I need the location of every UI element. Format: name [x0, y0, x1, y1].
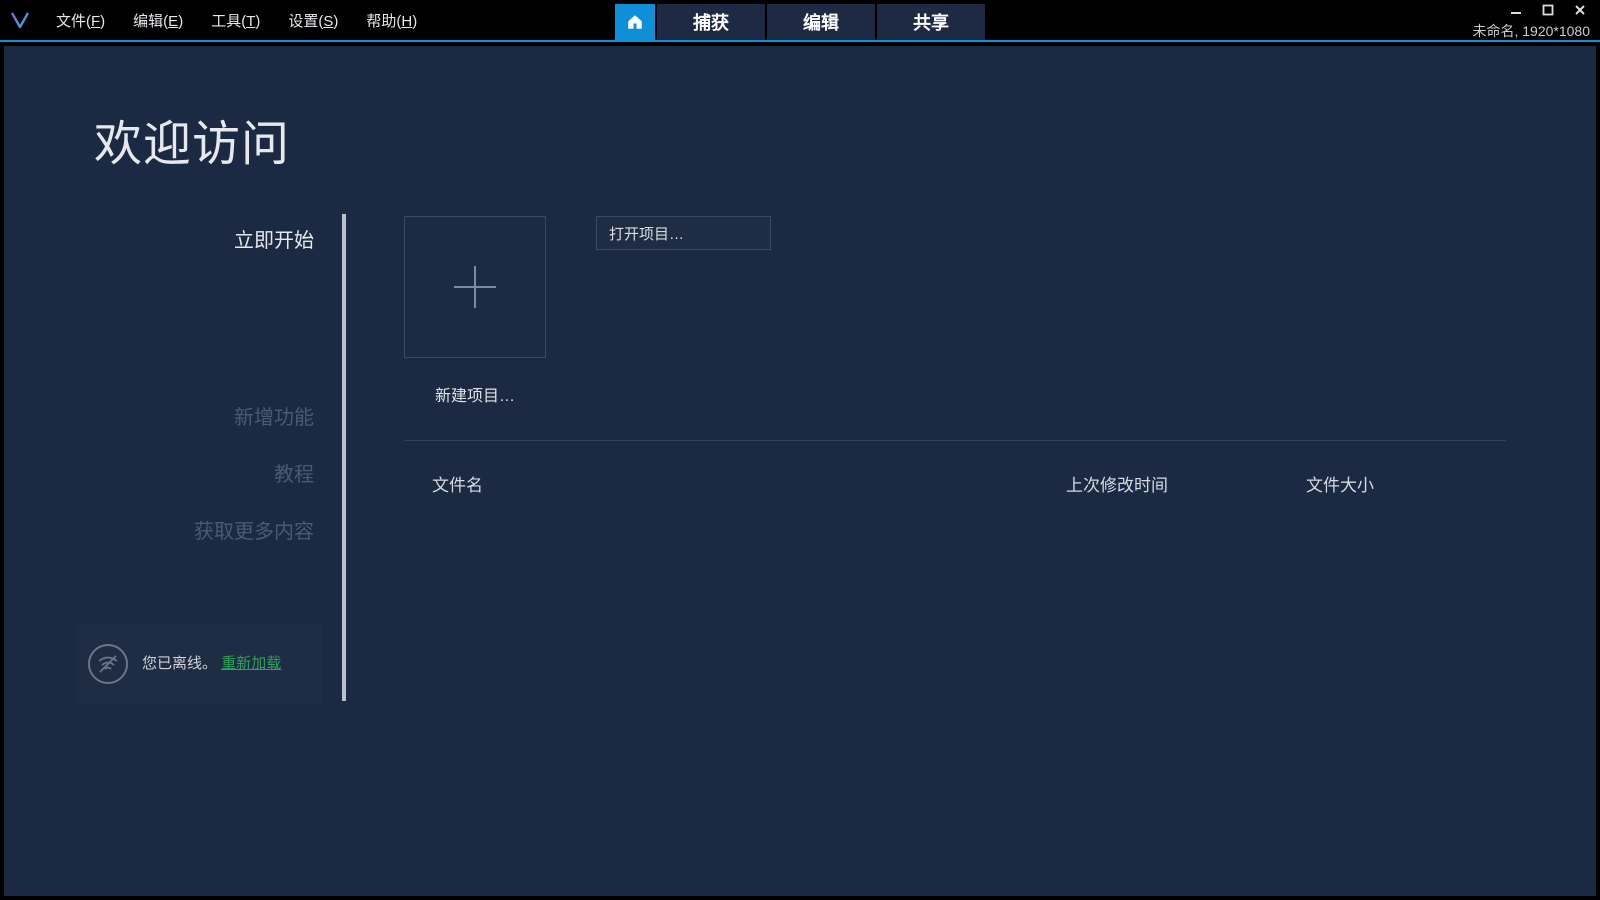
menu-file[interactable]: 文件(F) — [46, 4, 115, 37]
welcome-sidebar: 立即开始 新增功能 教程 获取更多内容 — [74, 216, 344, 564]
new-project-label: 新建项目… — [435, 382, 515, 406]
tab-edit[interactable]: 编辑 — [767, 4, 875, 40]
offline-icon — [88, 644, 128, 684]
close-icon — [1574, 4, 1586, 16]
menu-settings[interactable]: 设置(S) — [278, 4, 348, 37]
sidebar-item-whatsnew[interactable]: 新增功能 — [74, 393, 344, 438]
tab-capture[interactable]: 捕获 — [657, 4, 765, 40]
plus-icon — [446, 258, 504, 316]
list-divider — [404, 440, 1506, 441]
welcome-screen: 欢迎访问 立即开始 新增功能 教程 获取更多内容 您已离线。 重新加载 — [4, 46, 1596, 896]
minimize-icon — [1510, 4, 1522, 16]
tab-share[interactable]: 共享 — [877, 4, 985, 40]
column-modified[interactable]: 上次修改时间 — [1066, 471, 1306, 496]
page-title: 欢迎访问 — [94, 104, 290, 174]
accent-divider — [0, 40, 1600, 42]
offline-text: 您已离线。 重新加载 — [142, 653, 281, 676]
app-window: 文件(F) 编辑(E) 工具(T) 设置(S) 帮助(H) 捕获 编辑 共享 — [0, 0, 1600, 900]
reload-link[interactable]: 重新加载 — [221, 655, 281, 672]
sidebar-item-tutorials[interactable]: 教程 — [74, 450, 344, 495]
menu-help[interactable]: 帮助(H) — [356, 4, 427, 37]
maximize-button[interactable] — [1534, 1, 1562, 19]
app-logo-icon — [0, 0, 40, 40]
open-project-button[interactable]: 打开项目… — [596, 216, 771, 250]
sidebar-item-start[interactable]: 立即开始 — [74, 216, 344, 261]
titlebar: 文件(F) 编辑(E) 工具(T) 设置(S) 帮助(H) 捕获 编辑 共享 — [0, 0, 1600, 40]
title-status: 未命名, 1920*1080 — [1472, 21, 1596, 41]
offline-banner: 您已离线。 重新加载 — [76, 624, 322, 704]
sidebar-item-getmore[interactable]: 获取更多内容 — [74, 507, 344, 552]
tab-home[interactable] — [615, 4, 655, 40]
new-project-button[interactable]: 新建项目… — [404, 216, 546, 406]
maximize-icon — [1542, 4, 1554, 16]
menu-edit[interactable]: 编辑(E) — [123, 4, 193, 37]
menubar: 文件(F) 编辑(E) 工具(T) 设置(S) 帮助(H) — [46, 4, 427, 37]
column-size[interactable]: 文件大小 — [1306, 471, 1506, 496]
recent-columns-header: 文件名 上次修改时间 文件大小 — [404, 471, 1506, 496]
window-controls: 未命名, 1920*1080 — [1472, 0, 1596, 41]
column-filename[interactable]: 文件名 — [404, 471, 1066, 496]
menu-tools[interactable]: 工具(T) — [201, 4, 270, 37]
close-button[interactable] — [1566, 1, 1594, 19]
home-icon — [626, 13, 644, 31]
minimize-button[interactable] — [1502, 1, 1530, 19]
mode-tabs: 捕获 编辑 共享 — [615, 4, 985, 40]
start-panel: 新建项目… 打开项目… 文件名 上次修改时间 文件大小 — [404, 216, 1506, 496]
